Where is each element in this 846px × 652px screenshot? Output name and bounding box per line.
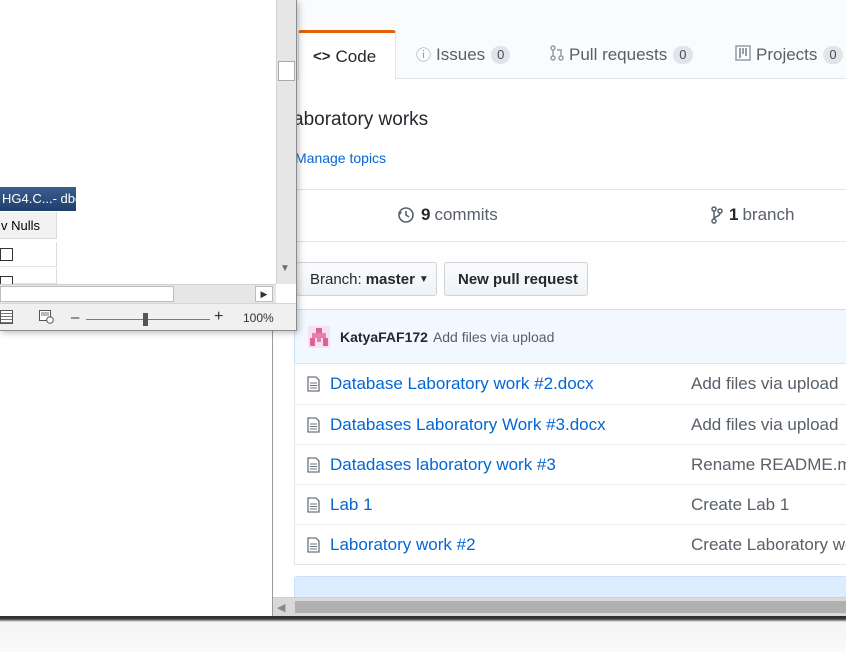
file-icon	[307, 537, 320, 553]
scrollbar-track[interactable]	[0, 286, 174, 302]
file-row: Database Laboratory work #2.docx Add fil…	[295, 364, 846, 404]
branches-link[interactable]: 1 branch	[711, 205, 794, 225]
issues-count-badge: 0	[491, 45, 511, 64]
file-icon	[307, 417, 320, 433]
file-name-link[interactable]: Lab 1	[330, 495, 373, 515]
word-window: ▼ HG4.C...- dbo v Nulls ▶ – + 100%	[0, 0, 297, 331]
scrollbar-thumb[interactable]	[278, 61, 295, 81]
caret-down-icon: ▼	[418, 273, 429, 285]
branch-count: 1	[729, 205, 739, 224]
code-icon: <>	[313, 48, 331, 65]
status-bar: – + 100%	[0, 303, 296, 330]
commit-message[interactable]: Add files via upload	[433, 329, 554, 345]
history-icon	[398, 207, 414, 223]
db-table-tab[interactable]: HG4.C...- dbo	[0, 187, 76, 211]
tab-issues-label: Issues	[436, 44, 486, 64]
allow-nulls-checkbox[interactable]	[0, 276, 13, 284]
new-pull-request-button[interactable]: New pull request	[444, 262, 588, 296]
file-commit-message[interactable]: Create Lab 1	[691, 495, 789, 515]
commit-author[interactable]: KatyaFAF172	[340, 329, 428, 345]
commits-count: 9	[421, 205, 431, 224]
project-icon	[735, 44, 751, 65]
branch-prefix: Branch:	[310, 270, 362, 288]
scroll-right-icon[interactable]: ▶	[255, 286, 273, 302]
scroll-left-icon[interactable]: ◀	[277, 601, 285, 614]
tab-pull-requests[interactable]: Pull requests 0	[550, 30, 693, 79]
file-row: Databases Laboratory Work #3.docx Add fi…	[295, 404, 846, 444]
tab-pull-requests-label: Pull requests	[569, 44, 668, 64]
file-name-link[interactable]: Datadases laboratory work #3	[330, 455, 556, 475]
allow-nulls-checkbox[interactable]	[0, 248, 13, 261]
file-name-link[interactable]: Laboratory work #2	[330, 535, 476, 555]
git-branch-icon	[711, 206, 723, 224]
desktop: <> Code ⓘ Issues 0 Pull requests 0 Proje…	[0, 0, 846, 652]
scroll-down-icon[interactable]: ▼	[280, 263, 290, 274]
tab-code[interactable]: <> Code	[298, 30, 396, 80]
vertical-scrollbar[interactable]: ▼	[276, 0, 296, 284]
avatar[interactable]	[308, 325, 330, 348]
horizontal-scrollbar[interactable]: ▶	[0, 284, 276, 303]
tab-code-label: Code	[335, 46, 377, 66]
table-row	[0, 242, 57, 267]
file-commit-message[interactable]: Create Laboratory wo	[691, 535, 846, 555]
commits-label: commits	[434, 205, 498, 224]
branch-name: master	[365, 270, 415, 288]
manage-topics-link[interactable]: Manage topics	[295, 150, 386, 166]
file-icon	[307, 457, 320, 473]
file-name-link[interactable]: Databases Laboratory Work #3.docx	[330, 415, 606, 435]
branch-select-button[interactable]: Branch: master ▼	[296, 262, 437, 296]
file-icon	[307, 376, 320, 392]
github-repo-window: <> Code ⓘ Issues 0 Pull requests 0 Proje…	[272, 0, 846, 616]
web-layout-view-icon[interactable]	[39, 310, 54, 324]
latest-commit: KatyaFAF172 Add files via upload	[294, 309, 846, 363]
file-icon	[307, 497, 320, 513]
horizontal-scrollbar[interactable]: ◀	[273, 597, 846, 616]
allow-nulls-column-header: v Nulls	[0, 212, 57, 239]
projects-count-badge: 0	[823, 45, 843, 64]
tab-projects-label: Projects	[756, 44, 818, 64]
commits-link[interactable]: 9 commits	[397, 205, 498, 225]
file-row: Laboratory work #2 Create Laboratory wo	[295, 524, 846, 564]
file-commit-message[interactable]: Add files via upload	[691, 415, 838, 435]
file-row: Lab 1 Create Lab 1	[295, 484, 846, 524]
file-row: Datadases laboratory work #3 Rename READ…	[295, 444, 846, 484]
taskbar-edge	[0, 616, 846, 652]
zoom-level[interactable]: 100%	[243, 311, 274, 325]
file-commit-message[interactable]: Rename README.md	[691, 455, 846, 475]
git-pull-request-icon	[550, 44, 564, 65]
table-row	[0, 268, 57, 284]
pulls-count-badge: 0	[673, 45, 693, 64]
issue-opened-icon: ⓘ	[416, 47, 432, 64]
file-commit-message[interactable]: Add files via upload	[691, 374, 838, 394]
repo-summary: 9 commits 1 branch	[293, 189, 846, 242]
tab-issues[interactable]: ⓘ Issues 0	[416, 30, 511, 79]
repo-nav: <> Code ⓘ Issues 0 Pull requests 0 Proje…	[273, 0, 846, 80]
repo-description: aboratory works	[293, 109, 429, 130]
file-name-link[interactable]: Database Laboratory work #2.docx	[330, 374, 594, 394]
zoom-out-button[interactable]: –	[71, 309, 79, 326]
branch-label: branch	[742, 205, 795, 224]
scrollbar-thumb[interactable]	[295, 601, 846, 613]
zoom-in-button[interactable]: +	[214, 308, 223, 326]
print-layout-view-icon[interactable]	[0, 310, 13, 324]
file-list: Database Laboratory work #2.docx Add fil…	[294, 363, 846, 565]
zoom-slider-thumb[interactable]	[143, 313, 149, 326]
tab-projects[interactable]: Projects 0	[735, 30, 843, 79]
